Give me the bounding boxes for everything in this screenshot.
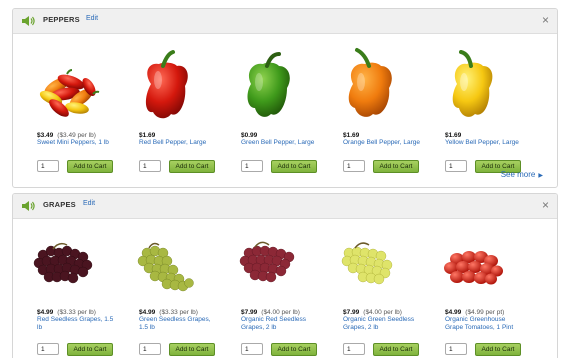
- quantity-input[interactable]: [139, 343, 161, 355]
- price: $4.99 ($4.99 per pt): [445, 309, 505, 316]
- price: $4.99 ($3.33 per lb): [37, 309, 96, 316]
- price: $1.69: [139, 132, 156, 139]
- product-name-link[interactable]: Organic Greenhouse Grape Tomatoes, 1 Pin…: [445, 316, 525, 332]
- unit-price: ($3.49 per lb): [57, 132, 96, 139]
- see-more-link[interactable]: See more ▶: [501, 170, 543, 179]
- product-name-link[interactable]: Orange Bell Pepper, Large: [343, 139, 423, 147]
- add-to-cart-button[interactable]: Add to Cart: [373, 343, 419, 356]
- close-icon[interactable]: ×: [542, 13, 549, 27]
- quantity-input[interactable]: [37, 343, 59, 355]
- panel-header: PEPPERS Edit ×: [13, 9, 557, 34]
- yellow-bell-pepper-image[interactable]: [421, 42, 517, 122]
- quantity-input[interactable]: [37, 160, 59, 172]
- product-name-link[interactable]: Sweet Mini Peppers, 1 lb: [37, 139, 117, 147]
- price: $3.49 ($3.49 per lb): [37, 132, 96, 139]
- price: $0.99: [241, 132, 258, 139]
- price: $7.99 ($4.00 per lb): [241, 309, 300, 316]
- unit-price: ($4.00 per lb): [261, 309, 300, 316]
- section-title: GRAPES: [43, 200, 76, 209]
- product-name-link[interactable]: Organic Red Seedless Grapes, 2 lb: [241, 316, 321, 332]
- quantity-input[interactable]: [445, 160, 467, 172]
- product-name-link[interactable]: Red Bell Pepper, Large: [139, 139, 219, 147]
- product-name-link[interactable]: Green Seedless Grapes, 1.5 lb: [139, 316, 219, 332]
- unit-price: ($4.00 per lb): [363, 309, 402, 316]
- add-to-cart-button[interactable]: Add to Cart: [475, 343, 521, 356]
- quantity-input[interactable]: [343, 160, 365, 172]
- grape-tomatoes-image[interactable]: [421, 223, 517, 303]
- edit-link[interactable]: Edit: [83, 200, 95, 207]
- grapes-panel: GRAPES Edit × $4.99 ($3.33 per lb) Red Se…: [12, 193, 558, 358]
- add-to-cart-button[interactable]: Add to Cart: [169, 343, 215, 356]
- edit-link[interactable]: Edit: [86, 15, 98, 22]
- add-to-cart-button[interactable]: Add to Cart: [271, 343, 317, 356]
- unit-price: ($4.99 per pt): [465, 309, 505, 316]
- price: $1.69: [343, 132, 360, 139]
- organic-green-grapes-image[interactable]: [319, 223, 415, 303]
- add-to-cart-button[interactable]: Add to Cart: [271, 160, 317, 173]
- product-name-link[interactable]: Red Seedless Grapes, 1.5 lb: [37, 316, 117, 332]
- quantity-input[interactable]: [343, 343, 365, 355]
- speaker-icon[interactable]: [21, 15, 35, 27]
- quantity-input[interactable]: [445, 343, 467, 355]
- add-to-cart-button[interactable]: Add to Cart: [373, 160, 419, 173]
- product-name-link[interactable]: Yellow Bell Pepper, Large: [445, 139, 525, 147]
- peppers-panel: PEPPERS Edit × $3.49 ($3.49 per lb) Sweet…: [12, 8, 558, 188]
- close-icon[interactable]: ×: [542, 198, 549, 212]
- organic-red-grapes-image[interactable]: [217, 223, 313, 303]
- orange-bell-pepper-image[interactable]: [319, 42, 415, 122]
- unit-price: ($3.33 per lb): [57, 309, 96, 316]
- red-grapes-image[interactable]: [13, 223, 109, 303]
- green-grapes-image[interactable]: [115, 223, 211, 303]
- add-to-cart-button[interactable]: Add to Cart: [67, 343, 113, 356]
- add-to-cart-button[interactable]: Add to Cart: [169, 160, 215, 173]
- speaker-icon[interactable]: [21, 200, 35, 212]
- price: $7.99 ($4.00 per lb): [343, 309, 402, 316]
- section-title: PEPPERS: [43, 15, 80, 24]
- product-name-link[interactable]: Green Bell Pepper, Large: [241, 139, 321, 147]
- product-name-link[interactable]: Organic Green Seedless Grapes, 2 lb: [343, 316, 423, 332]
- quantity-input[interactable]: [241, 343, 263, 355]
- green-bell-pepper-image[interactable]: [217, 42, 313, 122]
- price: $1.69: [445, 132, 462, 139]
- triangle-right-icon: ▶: [538, 173, 543, 179]
- unit-price: ($3.33 per lb): [159, 309, 198, 316]
- quantity-input[interactable]: [139, 160, 161, 172]
- red-bell-pepper-image[interactable]: [115, 42, 211, 122]
- quantity-input[interactable]: [241, 160, 263, 172]
- mini-peppers-image[interactable]: [13, 42, 109, 122]
- add-to-cart-button[interactable]: Add to Cart: [67, 160, 113, 173]
- panel-header: GRAPES Edit ×: [13, 194, 557, 219]
- price: $4.99 ($3.33 per lb): [139, 309, 198, 316]
